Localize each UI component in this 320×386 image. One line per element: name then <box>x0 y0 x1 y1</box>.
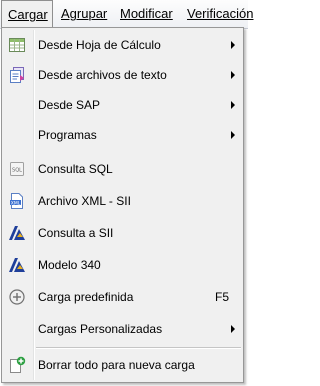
menu-item-label: Programas <box>38 128 97 142</box>
menu-bar: Cargar Agrupar Modificar Verificación <box>0 0 253 29</box>
aeat-logo-icon <box>8 224 26 242</box>
menu-item-desde-archivos-de-texto[interactable]: Desde archivos de texto <box>4 60 241 90</box>
menu-separator <box>36 347 241 349</box>
menu-item-consulta-a-sii[interactable]: Consulta a SII <box>4 218 241 248</box>
menu-item-modelo-340[interactable]: Modelo 340 <box>4 250 241 280</box>
xml-icon: XML <box>8 192 26 210</box>
spreadsheet-icon <box>8 36 26 54</box>
menu-item-label: Desde SAP <box>38 98 101 112</box>
menu-item-consulta-sql[interactable]: SQL Consulta SQL <box>4 154 241 184</box>
submenu-arrow-icon <box>231 131 235 139</box>
svg-text:XML: XML <box>11 200 21 206</box>
submenu-arrow-icon <box>231 41 235 49</box>
menu-item-label: Carga predefinida <box>38 290 134 304</box>
menu-modificar[interactable]: Modificar <box>120 0 173 27</box>
text-files-icon <box>8 66 26 84</box>
add-circle-icon <box>8 288 26 306</box>
menu-item-label: Consulta SQL <box>38 162 113 176</box>
menu-item-programas[interactable]: Programas <box>4 120 241 150</box>
submenu-arrow-icon <box>231 71 235 79</box>
menu-item-label: Desde Hoja de Cálculo <box>38 38 161 52</box>
menu-item-archivo-xml-sii[interactable]: XML Archivo XML - SII <box>4 186 241 216</box>
shortcut-label: F5 <box>214 290 229 304</box>
menu-item-label: Cargas Personalizadas <box>38 322 163 336</box>
menu-item-carga-predefinida[interactable]: Carga predefinida F5 <box>4 282 241 312</box>
sql-icon: SQL <box>8 160 26 178</box>
menu-item-label: Consulta a SII <box>38 226 114 240</box>
menu-item-desde-sap[interactable]: Desde SAP <box>4 90 241 120</box>
submenu-arrow-icon <box>231 325 235 333</box>
menu-item-cargas-personalizadas[interactable]: Cargas Personalizadas <box>4 314 241 344</box>
menu-item-borrar-todo[interactable]: Borrar todo para nueva carga <box>4 350 241 380</box>
menu-cargar[interactable]: Cargar <box>1 0 53 28</box>
menu-verificacion[interactable]: Verificación <box>187 0 253 27</box>
menu-item-desde-hoja-de-calculo[interactable]: Desde Hoja de Cálculo <box>4 30 241 60</box>
svg-text:SQL: SQL <box>12 168 22 174</box>
cargar-dropdown-menu: Desde Hoja de Cálculo Desde archivos de … <box>1 27 244 383</box>
menu-item-label: Modelo 340 <box>38 258 101 272</box>
aeat-logo-icon <box>8 256 26 274</box>
new-document-icon <box>8 356 26 374</box>
menu-item-label: Borrar todo para nueva carga <box>38 358 195 372</box>
submenu-arrow-icon <box>231 101 235 109</box>
menu-agrupar[interactable]: Agrupar <box>61 0 107 27</box>
menu-item-label: Archivo XML - SII <box>38 194 131 208</box>
menu-item-label: Desde archivos de texto <box>38 68 167 82</box>
